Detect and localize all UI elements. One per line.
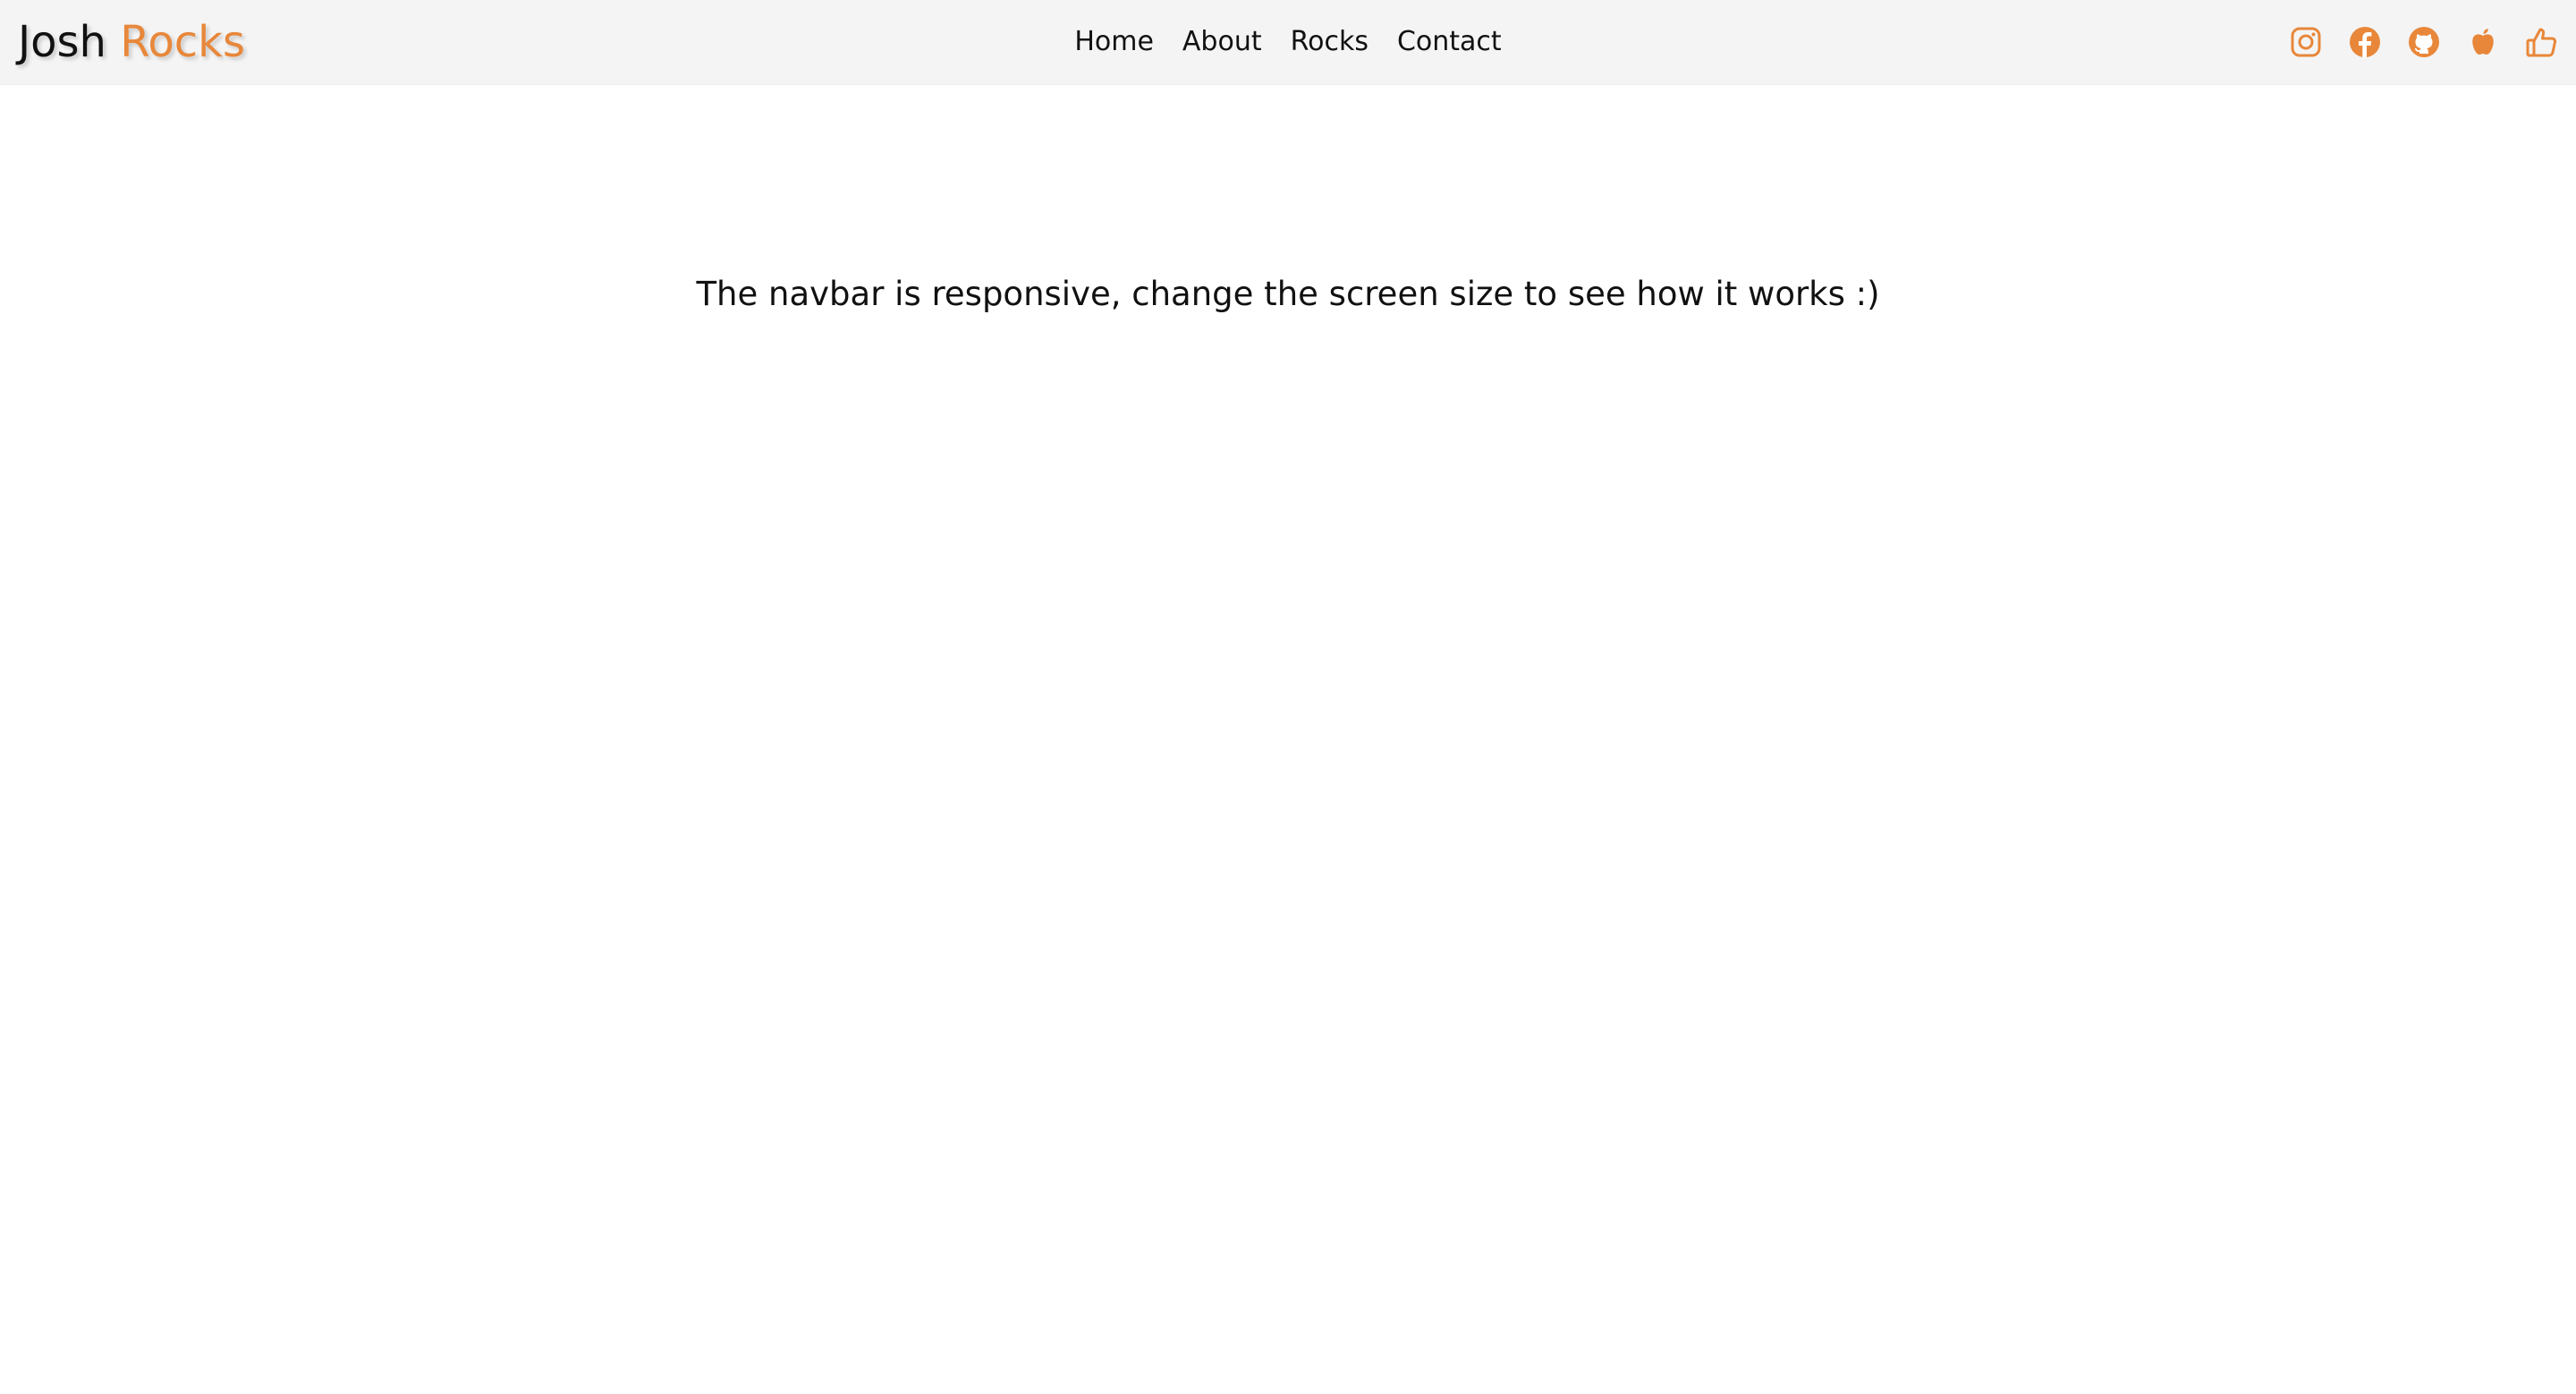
social-links — [2288, 24, 2560, 60]
responsive-info-text: The navbar is responsive, change the scr… — [696, 274, 1880, 313]
facebook-icon[interactable] — [2347, 24, 2383, 60]
apple-icon[interactable] — [2465, 24, 2501, 60]
navbar: Josh Rocks Home About Rocks Contact — [0, 0, 2576, 85]
brand-logo[interactable]: Josh Rocks — [18, 21, 245, 64]
github-icon[interactable] — [2406, 24, 2442, 60]
instagram-icon[interactable] — [2288, 24, 2324, 60]
nav-link-contact[interactable]: Contact — [1397, 29, 1502, 55]
thumbs-up-icon[interactable] — [2524, 24, 2560, 60]
brand-second-word: Rocks — [120, 17, 245, 67]
brand-first-word: Josh — [18, 17, 106, 67]
nav-links: Home About Rocks Contact — [1074, 29, 1501, 55]
nav-link-rocks[interactable]: Rocks — [1291, 29, 1368, 55]
nav-link-about[interactable]: About — [1182, 29, 1262, 55]
nav-link-home[interactable]: Home — [1074, 29, 1154, 55]
